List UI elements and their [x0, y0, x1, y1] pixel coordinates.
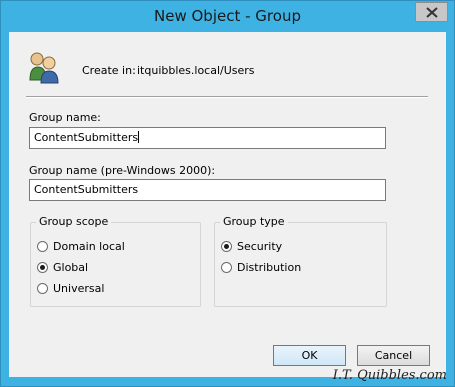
group-scope-box: Group scope Domain local Global Universa…	[30, 215, 201, 307]
cancel-button[interactable]: Cancel	[357, 345, 430, 366]
group-icon	[29, 52, 59, 84]
scope-global-label: Global	[53, 260, 89, 274]
scope-universal-option[interactable]: Universal	[37, 281, 104, 295]
radio-button-selected[interactable]	[221, 240, 232, 252]
close-button[interactable]	[415, 2, 448, 22]
group-name-input[interactable]: ContentSubmitters	[29, 127, 386, 149]
scope-global-option[interactable]: Global	[37, 260, 88, 274]
type-security-option[interactable]: Security	[221, 239, 282, 253]
scope-domain-local-label: Domain local	[53, 239, 125, 253]
group-name-label: Group name:	[29, 111, 101, 124]
type-distribution-label: Distribution	[237, 260, 302, 274]
pre2000-input[interactable]: ContentSubmitters	[29, 179, 386, 201]
radio-button[interactable]	[37, 240, 48, 252]
create-in-label: Create in:	[82, 64, 136, 77]
type-distribution-option[interactable]: Distribution	[221, 260, 301, 274]
separator	[26, 96, 428, 98]
create-in-path: itquibbles.local/Users	[137, 64, 255, 77]
scope-domain-local-option[interactable]: Domain local	[37, 239, 125, 253]
ok-button[interactable]: OK	[273, 345, 346, 366]
pre2000-label: Group name (pre-Windows 2000):	[29, 164, 216, 177]
group-type-title: Group type	[220, 215, 288, 228]
pre2000-value: ContentSubmitters	[34, 183, 139, 196]
group-name-value: ContentSubmitters	[34, 131, 139, 144]
watermark: I.T. Quibbles.com	[332, 368, 447, 383]
dialog-title: New Object - Group	[154, 7, 301, 25]
title-bar[interactable]: New Object - Group	[1, 1, 454, 32]
radio-button[interactable]	[221, 261, 232, 273]
text-caret	[138, 131, 140, 143]
scope-universal-label: Universal	[53, 281, 105, 295]
dialog-client-area	[9, 32, 446, 377]
group-scope-title: Group scope	[36, 215, 112, 228]
group-type-box: Group type Security Distribution	[214, 215, 387, 307]
radio-button-selected[interactable]	[37, 261, 48, 273]
close-icon	[426, 7, 438, 18]
type-security-label: Security	[237, 239, 283, 253]
radio-button[interactable]	[37, 282, 48, 294]
